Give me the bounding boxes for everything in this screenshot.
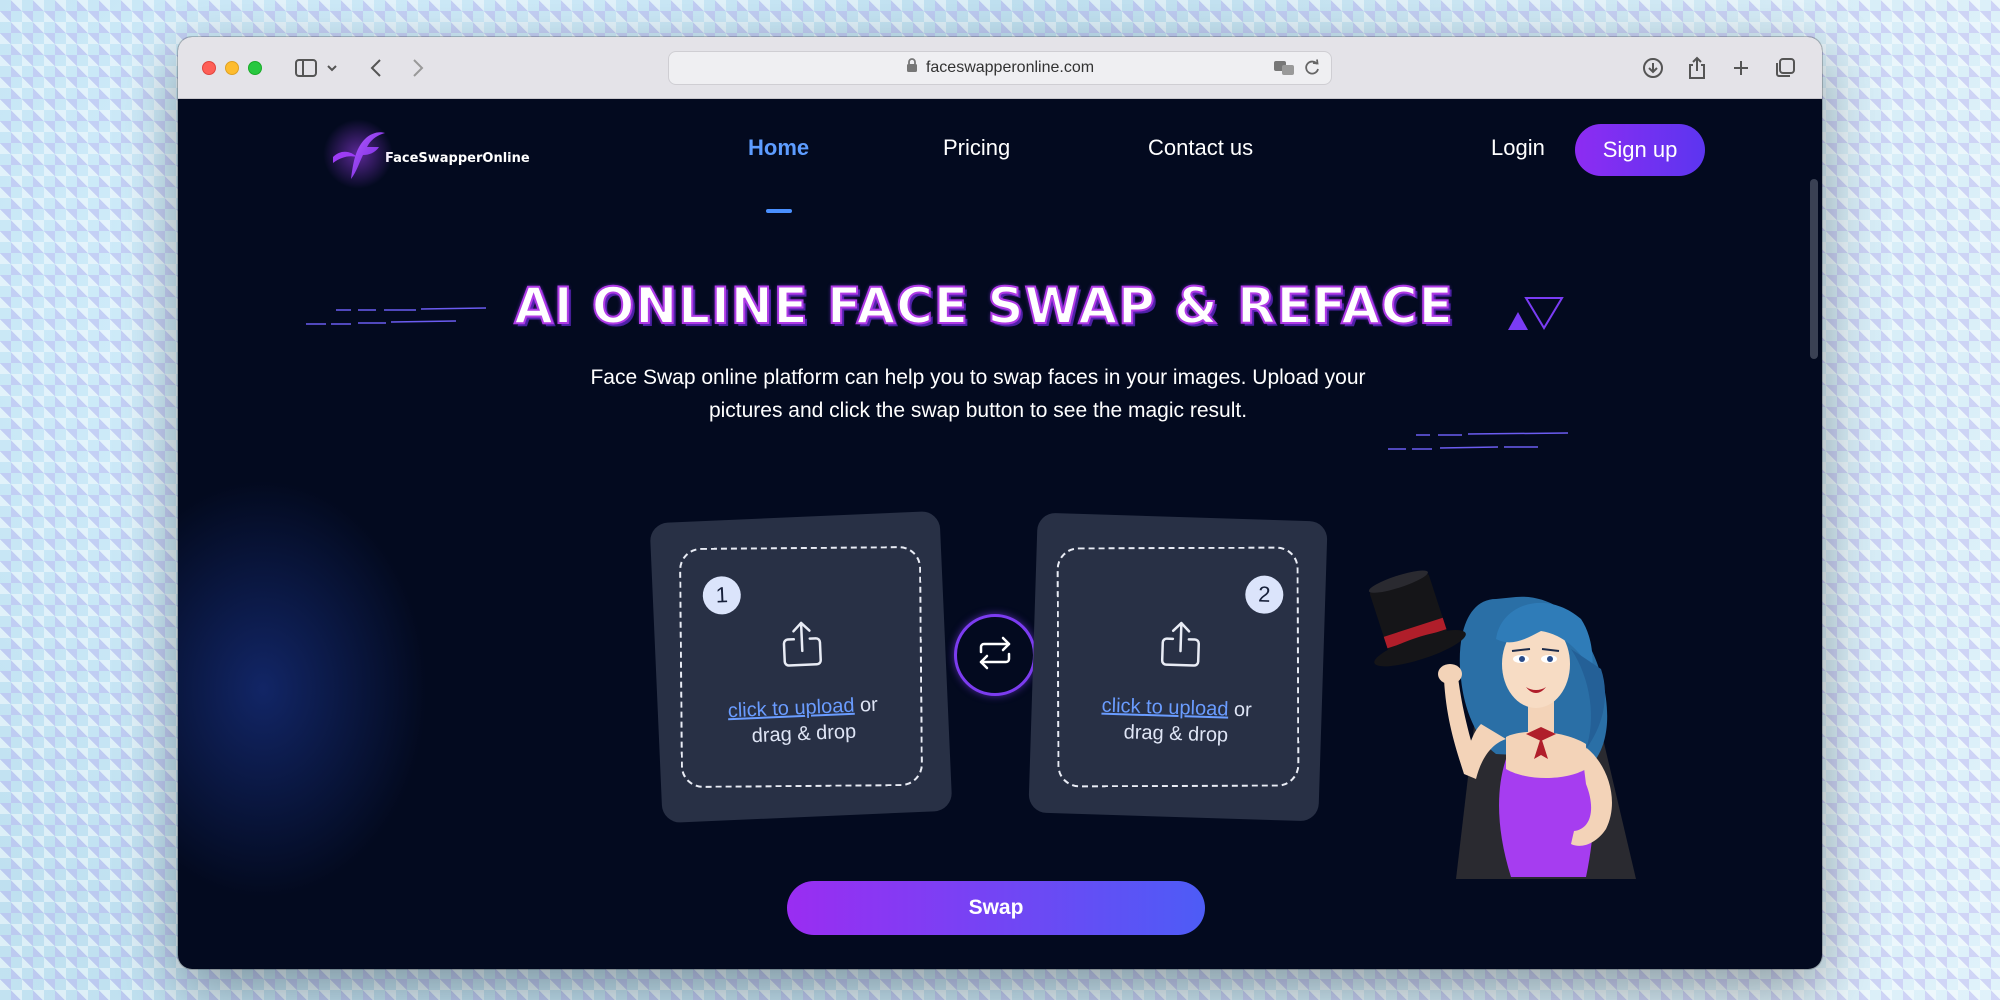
upload-icon[interactable] xyxy=(1153,616,1209,672)
chevron-down-icon[interactable] xyxy=(325,53,339,83)
tabs-icon[interactable] xyxy=(1772,53,1798,83)
logo-f-icon xyxy=(323,119,393,189)
magician-illustration xyxy=(1346,559,1646,889)
nav-pricing[interactable]: Pricing xyxy=(943,135,1010,161)
swap-button[interactable]: Swap xyxy=(787,881,1205,935)
signup-button[interactable]: Sign up xyxy=(1575,124,1705,176)
lock-icon xyxy=(906,58,918,78)
new-tab-icon[interactable] xyxy=(1728,53,1754,83)
close-window-button[interactable] xyxy=(202,61,216,75)
hero-title: AI ONLINE FACE SWAP & REFACE xyxy=(513,276,1454,336)
browser-toolbar: faceswapperonline.com xyxy=(178,37,1822,99)
sidebar-icon[interactable] xyxy=(293,53,319,83)
upload-card-2[interactable]: 2 click to upload or drag & drop xyxy=(1028,512,1328,822)
forward-icon[interactable] xyxy=(408,53,428,83)
minimize-window-button[interactable] xyxy=(225,61,239,75)
click-to-upload-link-1[interactable]: click to upload xyxy=(727,695,855,723)
nav-home[interactable]: Home xyxy=(748,135,809,161)
swap-icon xyxy=(977,636,1013,675)
reload-icon[interactable] xyxy=(1303,59,1321,82)
logo-text: FaceSwapperOnline xyxy=(385,150,530,166)
click-to-upload-link-2[interactable]: click to upload xyxy=(1101,695,1228,721)
upload-icon[interactable] xyxy=(774,616,830,672)
nav-active-indicator xyxy=(766,209,792,213)
url-text: faceswapperonline.com xyxy=(925,59,1095,76)
hero-subtitle: Face Swap online platform can help you t… xyxy=(590,366,1366,422)
site-logo[interactable]: FaceSwapperOnline xyxy=(323,119,533,189)
background-glow xyxy=(178,479,428,899)
address-bar[interactable]: faceswapperonline.com xyxy=(668,51,1332,85)
back-icon[interactable] xyxy=(366,53,386,83)
upload-card-1[interactable]: 1 click to upload or drag & drop xyxy=(649,510,953,824)
share-icon[interactable] xyxy=(1684,53,1710,83)
web-page: FaceSwapperOnline Home Pricing Contact u… xyxy=(178,99,1822,969)
upload-instructions-2: click to upload or drag & drop xyxy=(1101,694,1253,747)
upload-instructions-1: click to upload or drag & drop xyxy=(727,693,879,748)
translate-icon[interactable] xyxy=(1273,59,1295,82)
login-link[interactable]: Login xyxy=(1491,135,1545,161)
download-icon[interactable] xyxy=(1640,53,1666,83)
browser-window: faceswapperonline.com FaceSwapperOnline … xyxy=(178,37,1822,969)
swap-faces-toggle[interactable] xyxy=(954,614,1036,696)
zoom-window-button[interactable] xyxy=(248,61,262,75)
nav-contact[interactable]: Contact us xyxy=(1148,135,1253,161)
